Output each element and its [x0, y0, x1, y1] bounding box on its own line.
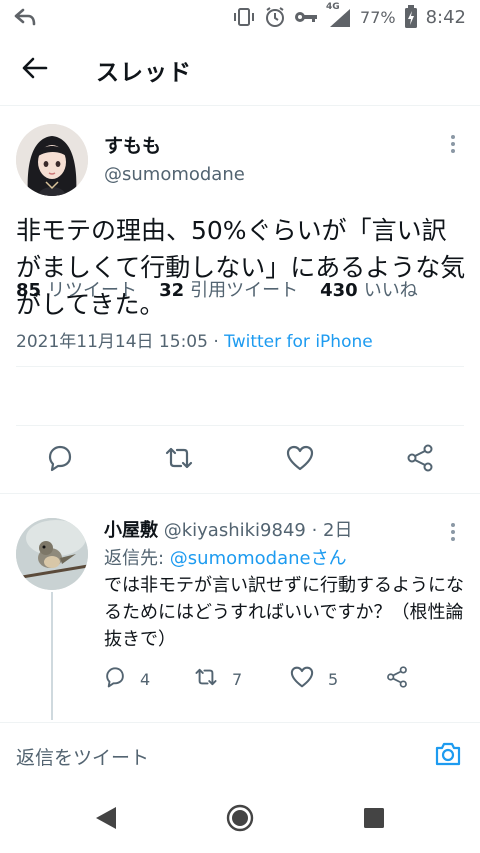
- author-avatar[interactable]: [16, 124, 88, 196]
- battery-charging-icon: [404, 5, 418, 29]
- circle-home-icon: [226, 804, 254, 836]
- reply-author-avatar[interactable]: [16, 518, 88, 590]
- main-tweet: すもも @sumomodane 非モテの理由、50%ぐらいが「言い訳がましくて行…: [0, 106, 480, 352]
- retweet-button[interactable]: [163, 444, 195, 476]
- replying-to-mention[interactable]: @sumomodaneさん: [170, 548, 347, 569]
- reply-author-handle[interactable]: @kiyashiki9849: [164, 520, 306, 541]
- retweet-stat[interactable]: 85 リツイート: [16, 276, 137, 302]
- battery-percent: 77%: [360, 7, 396, 27]
- clock: 8:42: [425, 6, 466, 28]
- system-navigation-bar: [0, 786, 480, 853]
- vibrate-icon: [232, 7, 256, 27]
- tweet-author-row: すもも @sumomodane: [0, 106, 480, 201]
- share-button[interactable]: [404, 444, 436, 476]
- retweet-icon: [194, 666, 218, 692]
- nav-home-button[interactable]: [226, 804, 254, 836]
- reply-icon: [46, 444, 74, 476]
- like-button[interactable]: [284, 444, 316, 476]
- reply-actions: 4 7 5: [100, 666, 430, 692]
- nav-back-button[interactable]: [92, 806, 120, 834]
- thread-line: [51, 592, 53, 720]
- reply-composer[interactable]: 返信をツイート: [0, 722, 480, 786]
- retweet-icon: [164, 445, 194, 475]
- heart-icon: [290, 666, 314, 692]
- more-options-button[interactable]: [450, 134, 456, 158]
- reply-retweet-button[interactable]: 7: [194, 666, 242, 692]
- alarm-icon: [264, 6, 286, 28]
- tweet-actions: [0, 426, 480, 492]
- reply-icon: [104, 666, 126, 692]
- reply-share-button[interactable]: [386, 666, 408, 692]
- tweet-source[interactable]: Twitter for iPhone: [224, 332, 373, 352]
- meta-separator: ·: [207, 332, 225, 352]
- reply-time: · 2日: [311, 520, 353, 541]
- tweet-stats: 85 リツイート 32 引用ツイート 430 いいね: [16, 276, 418, 302]
- key-icon: [294, 10, 318, 24]
- replying-to-prefix: 返信先:: [104, 548, 170, 569]
- share-icon: [386, 666, 408, 692]
- reply-button[interactable]: [44, 444, 76, 476]
- more-vertical-icon: [450, 523, 456, 546]
- page-title: スレッド: [96, 59, 192, 86]
- author-handle[interactable]: @sumomodane: [104, 164, 245, 185]
- triangle-back-icon: [94, 805, 118, 835]
- reply-header: 小屋敷 @kiyashiki9849 · 2日: [104, 516, 353, 542]
- tweet-text: 非モテの理由、50%ぐらいが「言い訳がましくて行動しない」にあるような気がしてき…: [16, 216, 466, 319]
- divider: [16, 366, 464, 367]
- app-header: スレッド: [0, 34, 480, 106]
- reply-reply-button[interactable]: 4: [104, 666, 150, 692]
- quote-stat[interactable]: 32 引用ツイート: [159, 276, 298, 302]
- reply-more-options-button[interactable]: [450, 522, 456, 546]
- arrow-left-icon: [22, 57, 48, 83]
- replying-to: 返信先: @sumomodaneさん: [104, 544, 347, 570]
- camera-icon: [434, 742, 462, 771]
- more-vertical-icon: [450, 135, 456, 158]
- square-recents-icon: [363, 807, 385, 833]
- back-button[interactable]: [0, 34, 70, 106]
- nav-recents-button[interactable]: [360, 806, 388, 834]
- reply-count: 4: [140, 669, 151, 689]
- reply-like-button[interactable]: 5: [290, 666, 338, 692]
- reply-tweet[interactable]: 小屋敷 @kiyashiki9849 · 2日 返信先: @sumomodane…: [0, 494, 480, 720]
- tweet-datetime[interactable]: 2021年11月14日 15:05: [16, 332, 208, 352]
- camera-button[interactable]: [434, 741, 462, 771]
- share-icon: [406, 444, 434, 476]
- back-arrow-status-icon: [14, 8, 36, 26]
- like-stat[interactable]: 430 いいね: [320, 276, 418, 302]
- reply-author-name[interactable]: 小屋敷: [104, 520, 158, 541]
- status-bar: 4G 77% 8:42: [0, 0, 480, 34]
- author-name[interactable]: すもも: [104, 131, 161, 158]
- reply-input[interactable]: 返信をツイート: [16, 743, 149, 770]
- retweet-count: 7: [232, 669, 243, 689]
- heart-icon: [286, 445, 314, 475]
- signal-icon: 4G: [326, 2, 352, 28]
- like-count: 5: [328, 669, 339, 689]
- reply-text: では非モテが言い訳せずに行動するようになるためにはどうすればいいですか？（根性論…: [104, 575, 464, 650]
- tweet-meta: 2021年11月14日 15:05 · Twitter for iPhone: [16, 327, 373, 352]
